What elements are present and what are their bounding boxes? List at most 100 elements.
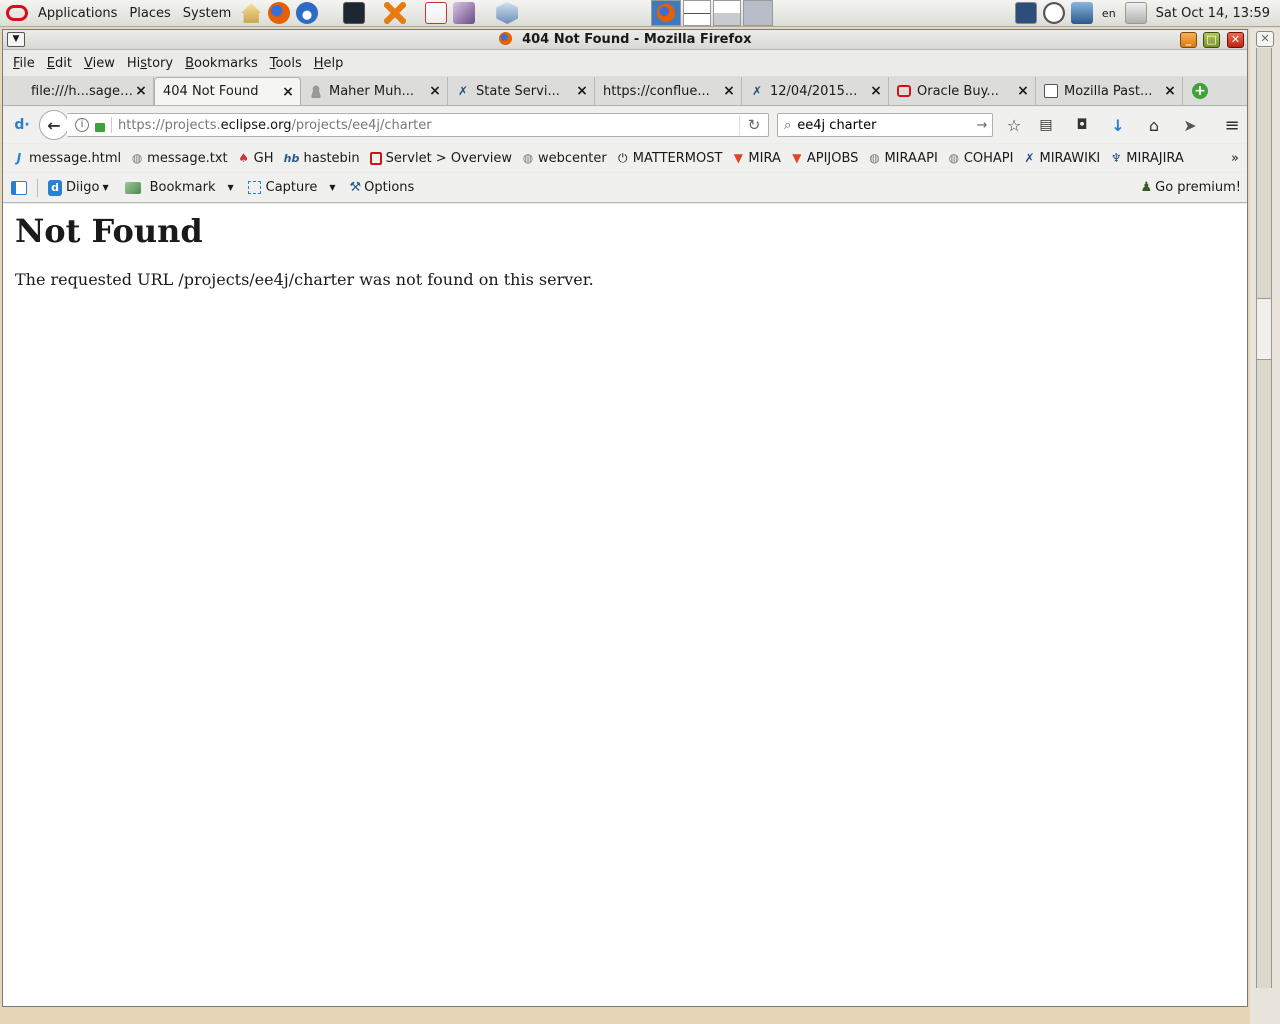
bookmark-cohapi[interactable]: ◍ COHAPI [948,151,1014,166]
j-icon: J [16,150,22,165]
panel-clock[interactable]: Sat Oct 14, 13:59 [1150,0,1280,27]
menu-bookmarks[interactable]: Bookmarks [179,56,264,71]
tab-state-service[interactable]: ✗ State Servi... × [448,77,595,105]
close-tab-icon[interactable]: × [723,83,735,99]
background-scrollbar[interactable] [1256,48,1272,988]
bookmark-message-txt[interactable]: ◍ message.txt [131,151,228,166]
background-scroll-thumb[interactable] [1256,298,1272,360]
oracle-logo-icon[interactable] [6,5,28,21]
tab-date[interactable]: ✗ 12/04/2015... × [742,77,889,105]
bookmark-mirawiki[interactable]: ✗ MIRAWIKI [1023,151,1100,166]
firefox-launcher-icon[interactable] [268,2,291,24]
window-titlebar[interactable]: ▼ 404 Not Found - Mozilla Firefox _ □ ✕ [3,30,1247,50]
thunderbird-launcher-icon[interactable] [296,2,319,24]
close-tab-icon[interactable]: × [429,83,441,99]
close-window-button[interactable]: ✕ [1227,32,1244,48]
bookmark-mira[interactable]: ▼ MIRA [732,150,781,166]
applications-menu[interactable]: Applications [32,0,123,27]
hamburger-menu-icon[interactable]: ≡ [1219,112,1245,138]
db-launcher-icon[interactable] [425,2,448,24]
menu-history[interactable]: History [121,56,179,71]
window-menu-button[interactable]: ▼ [7,32,25,47]
diigo-sidebar-icon[interactable] [11,180,27,195]
diigo-toolbar: d Diigo ▼ Bookmark ▼ Capture ▼ ⚒ Options … [3,173,1247,203]
url-text[interactable]: https://projects.eclipse.org/projects/ee… [118,118,739,133]
bookmark-webcenter[interactable]: ◍ webcenter [522,151,607,166]
close-tab-icon[interactable]: × [1017,83,1029,99]
diigo-toolbar-icon[interactable]: d· [9,112,35,138]
pocket-icon[interactable]: ◘ [1069,112,1095,138]
diigo-capture[interactable]: Capture ▼ [247,180,335,195]
tab-file-message[interactable]: file:///h...sage.txt × [7,77,154,105]
wrench-icon: ⚒ [349,180,362,195]
menu-file[interactable]: File [7,56,41,71]
tab-oracle-buy[interactable]: Oracle Buy... × [889,77,1036,105]
close-tab-icon[interactable]: × [282,84,294,100]
info-icon[interactable]: i [75,118,89,132]
dropdown-arrow-icon[interactable]: ▼ [329,183,335,192]
bookmark-miraapi[interactable]: ◍ MIRAAPI [868,151,938,166]
system-menu[interactable]: System [177,0,237,27]
printer-icon[interactable] [1124,2,1147,24]
dropdown-arrow-icon[interactable]: ▼ [227,183,233,192]
home-launcher-icon[interactable] [241,3,262,23]
taskbar-firefox[interactable] [651,0,682,26]
bookmark-apijobs[interactable]: ▼ APIJOBS [791,151,858,166]
bookmark-mirajira[interactable]: ♆ MIRAJIRA [1110,151,1184,166]
bookmark-servlet[interactable]: Servlet > Overview [369,151,512,166]
workspace-2[interactable] [713,0,742,26]
tab-confluence[interactable]: https://conflue... × [595,77,742,105]
tab-label: Maher Muh... [329,83,414,99]
tab-404-not-found[interactable]: 404 Not Found × [154,77,301,105]
menu-view[interactable]: View [78,56,121,71]
home-icon[interactable]: ⌂ [1141,112,1167,138]
diigo-menu[interactable]: d Diigo ▼ [48,179,109,196]
go-premium-link[interactable]: ♟ Go premium! [1140,180,1241,195]
close-tab-icon[interactable]: × [1164,83,1176,99]
back-button[interactable]: ← [39,110,69,140]
url-bar[interactable]: i https://projects.eclipse.org/projects/… [67,113,769,137]
workspace-1[interactable] [683,0,712,26]
tool-launcher-icon[interactable] [384,2,407,24]
new-tab-button[interactable]: + [1183,77,1217,105]
diigo-bookmark[interactable]: Bookmark ▼ [124,180,234,195]
search-bar[interactable]: ⌕ → [777,113,993,137]
share-icon[interactable]: ➤ [1177,112,1203,138]
menu-help[interactable]: Help [308,56,350,71]
bookmark-mattermost[interactable]: ⏻ MATTERMOST [617,151,722,166]
keyboard-layout-indicator[interactable]: en [1096,0,1122,27]
tab-mozilla-paste[interactable]: Mozilla Past... × [1036,77,1183,105]
background-close-button[interactable]: ✕ [1256,31,1274,47]
chart-launcher-icon[interactable] [453,2,476,24]
gitlab-icon: ▼ [733,150,744,165]
close-tab-icon[interactable]: × [135,83,147,99]
maximize-button[interactable]: □ [1203,32,1220,48]
reload-icon[interactable]: ↻ [740,116,768,134]
minimize-button[interactable]: _ [1180,32,1197,48]
lock-icon[interactable] [95,122,105,132]
diigo-options[interactable]: ⚒ Options [349,180,414,195]
places-menu[interactable]: Places [123,0,176,27]
workspace-3[interactable] [743,0,774,26]
dropdown-arrow-icon: ▼ [102,183,109,192]
system-monitor-icon[interactable] [1014,2,1037,24]
menu-tools[interactable]: Tools [264,56,308,71]
page-heading: Not Found [15,212,203,250]
terminal-launcher-icon[interactable] [343,2,366,24]
bookmark-star-icon[interactable]: ☆ [1001,112,1027,138]
cube-launcher-icon[interactable] [496,2,519,24]
tab-maher[interactable]: Maher Muh... × [301,77,448,105]
menu-edit[interactable]: Edit [41,56,78,71]
downloads-icon[interactable]: ↓ [1105,112,1131,138]
bookmark-hastebin[interactable]: hb hastebin [283,151,360,166]
search-input[interactable] [791,117,972,133]
bookmark-message-html[interactable]: Jmessage.html [13,151,121,166]
close-tab-icon[interactable]: × [576,83,588,99]
reading-list-icon[interactable]: ▤ [1033,112,1059,138]
network-icon[interactable] [1070,2,1093,24]
bookmark-gh[interactable]: ♠ GH [238,151,273,166]
close-tab-icon[interactable]: × [870,83,882,99]
clock-applet-icon[interactable] [1042,2,1065,24]
search-go-icon[interactable]: → [972,118,992,133]
bookmarks-overflow-icon[interactable]: » [1231,151,1239,166]
